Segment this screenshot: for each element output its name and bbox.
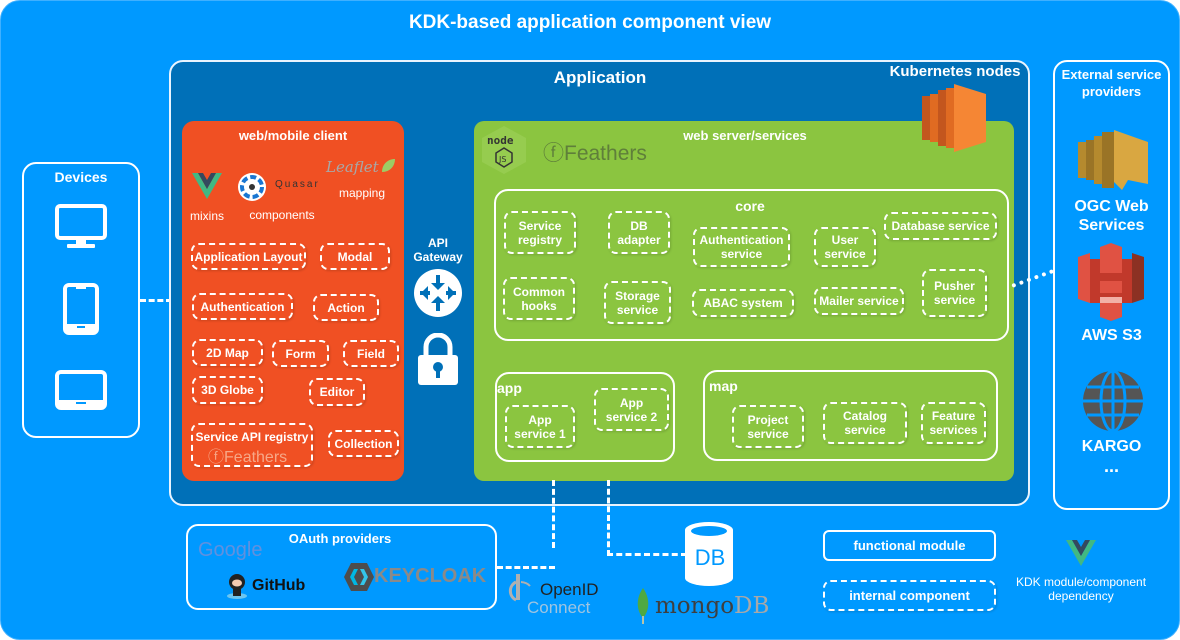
map-project-service: Project service [732,405,804,448]
core-pusher-service: Pusher service [922,269,987,317]
ogc-services-icon [1078,130,1148,192]
client-title: web/mobile client [238,128,348,143]
feathers-icon: ⓕ [543,142,564,165]
aws-s3-icon [1078,243,1144,321]
ogc-label-2: Services [1078,217,1145,234]
vue-logo-icon [192,173,222,199]
tablet-portrait-icon [63,283,99,335]
devices-connector [140,299,172,302]
quasar-caption: components [249,208,315,222]
leaflet-caption: mapping [338,186,386,200]
more-providers-ellipsis: ... [1103,456,1119,476]
devices-title: Devices [54,169,108,185]
ogc-label-1: OGC Web [1074,198,1149,215]
component-collection: Collection [328,430,399,457]
core-common-hooks: Common hooks [503,277,575,320]
router-icon [414,269,462,317]
legend-dependency-label-2: dependency [1048,589,1114,603]
legend-vue-dependency-icon [1066,540,1096,566]
core-mailer-service: Mailer service [814,287,904,315]
map-feature-services: Feature services [921,402,986,444]
tablet-landscape-icon [55,370,107,410]
github-label: GitHub [252,577,306,594]
oauth-title: OAuth providers [288,531,392,546]
mongodb-wordmark: mongoDB [655,593,770,619]
google-logo: Google [198,539,263,561]
core-abac-system: ABAC system [692,289,794,317]
vue-caption: mixins [189,209,224,223]
application-title: Application [553,68,647,87]
feathers-wordmark: ⓕFeathers [208,449,288,466]
keycloak-icon [344,563,374,591]
component-action: Action [313,294,379,321]
external-title-2: providers [1081,84,1142,99]
openid-label: OpenID [540,580,599,599]
api-gateway-label-1: API [427,236,448,250]
component-authentication: Authentication [192,293,293,320]
kubernetes-nodes-label: Kubernetes nodes [889,63,1021,80]
component-application-layout: Application Layout [191,243,306,270]
openid-connect-label: Connect [527,598,591,617]
diagram-title: KDK-based application component view [408,12,772,33]
core-database-service: Database service [884,212,997,240]
feathers-icon: ⓕ [208,449,225,466]
quasar-wordmark: Quasar [275,179,320,190]
nodejs-logo-icon: node JS [478,124,530,176]
kargo-label: KARGO [1081,438,1142,455]
core-service-registry: Service registry [504,211,576,254]
core-storage-service: Storage service [604,281,671,324]
legend-internal-component: internal component [823,580,996,611]
oauth-connector-horizontal [497,566,555,569]
globe-icon [1082,370,1144,432]
app-title: app [497,380,522,396]
server-feathers-wordmark: ⓕFeathers [543,142,647,165]
map-catalog-service: Catalog service [823,402,907,444]
aws-s3-label: AWS S3 [1081,327,1142,344]
db-connector-vertical [607,480,610,556]
core-user-service: User service [814,227,876,267]
legend-dependency-label-1: KDK module/component [1015,575,1147,589]
app-service-2: App service 2 [594,388,669,431]
component-3d-globe: 3D Globe [192,376,263,404]
svg-text:node: node [487,134,514,147]
quasar-logo-icon [237,172,267,202]
component-2d-map: 2D Map [192,339,263,366]
core-authentication-service: Authentication service [693,227,790,267]
server-title: web server/services [683,128,807,143]
service-api-registry-label: Service API registry [195,430,309,444]
github-octocat-icon [226,572,248,600]
mongodb-leaf-icon [636,588,650,624]
map-title: map [709,378,738,394]
app-service-1: App service 1 [505,405,575,448]
external-title-1: External service [1061,67,1162,82]
keycloak-label: KEYCLOAK [374,565,487,587]
lock-icon [418,333,458,385]
core-db-adapter: DB adapter [608,211,670,254]
core-title: core [735,198,765,214]
legend-functional-module: functional module [823,530,996,561]
component-modal: Modal [320,243,390,270]
db-connector-horizontal [607,553,687,556]
database-label: DB [694,545,726,570]
component-editor: Editor [309,378,365,406]
svg-text:JS: JS [498,155,506,164]
oauth-connector-vertical [552,480,555,548]
component-field: Field [343,340,399,367]
component-form: Form [272,340,329,367]
leaflet-wordmark: Leaflet [326,158,379,176]
api-gateway-label-2: Gateway [413,250,463,264]
kubernetes-node-icon [922,84,986,152]
desktop-icon [55,204,107,250]
leaf-icon [380,158,396,174]
